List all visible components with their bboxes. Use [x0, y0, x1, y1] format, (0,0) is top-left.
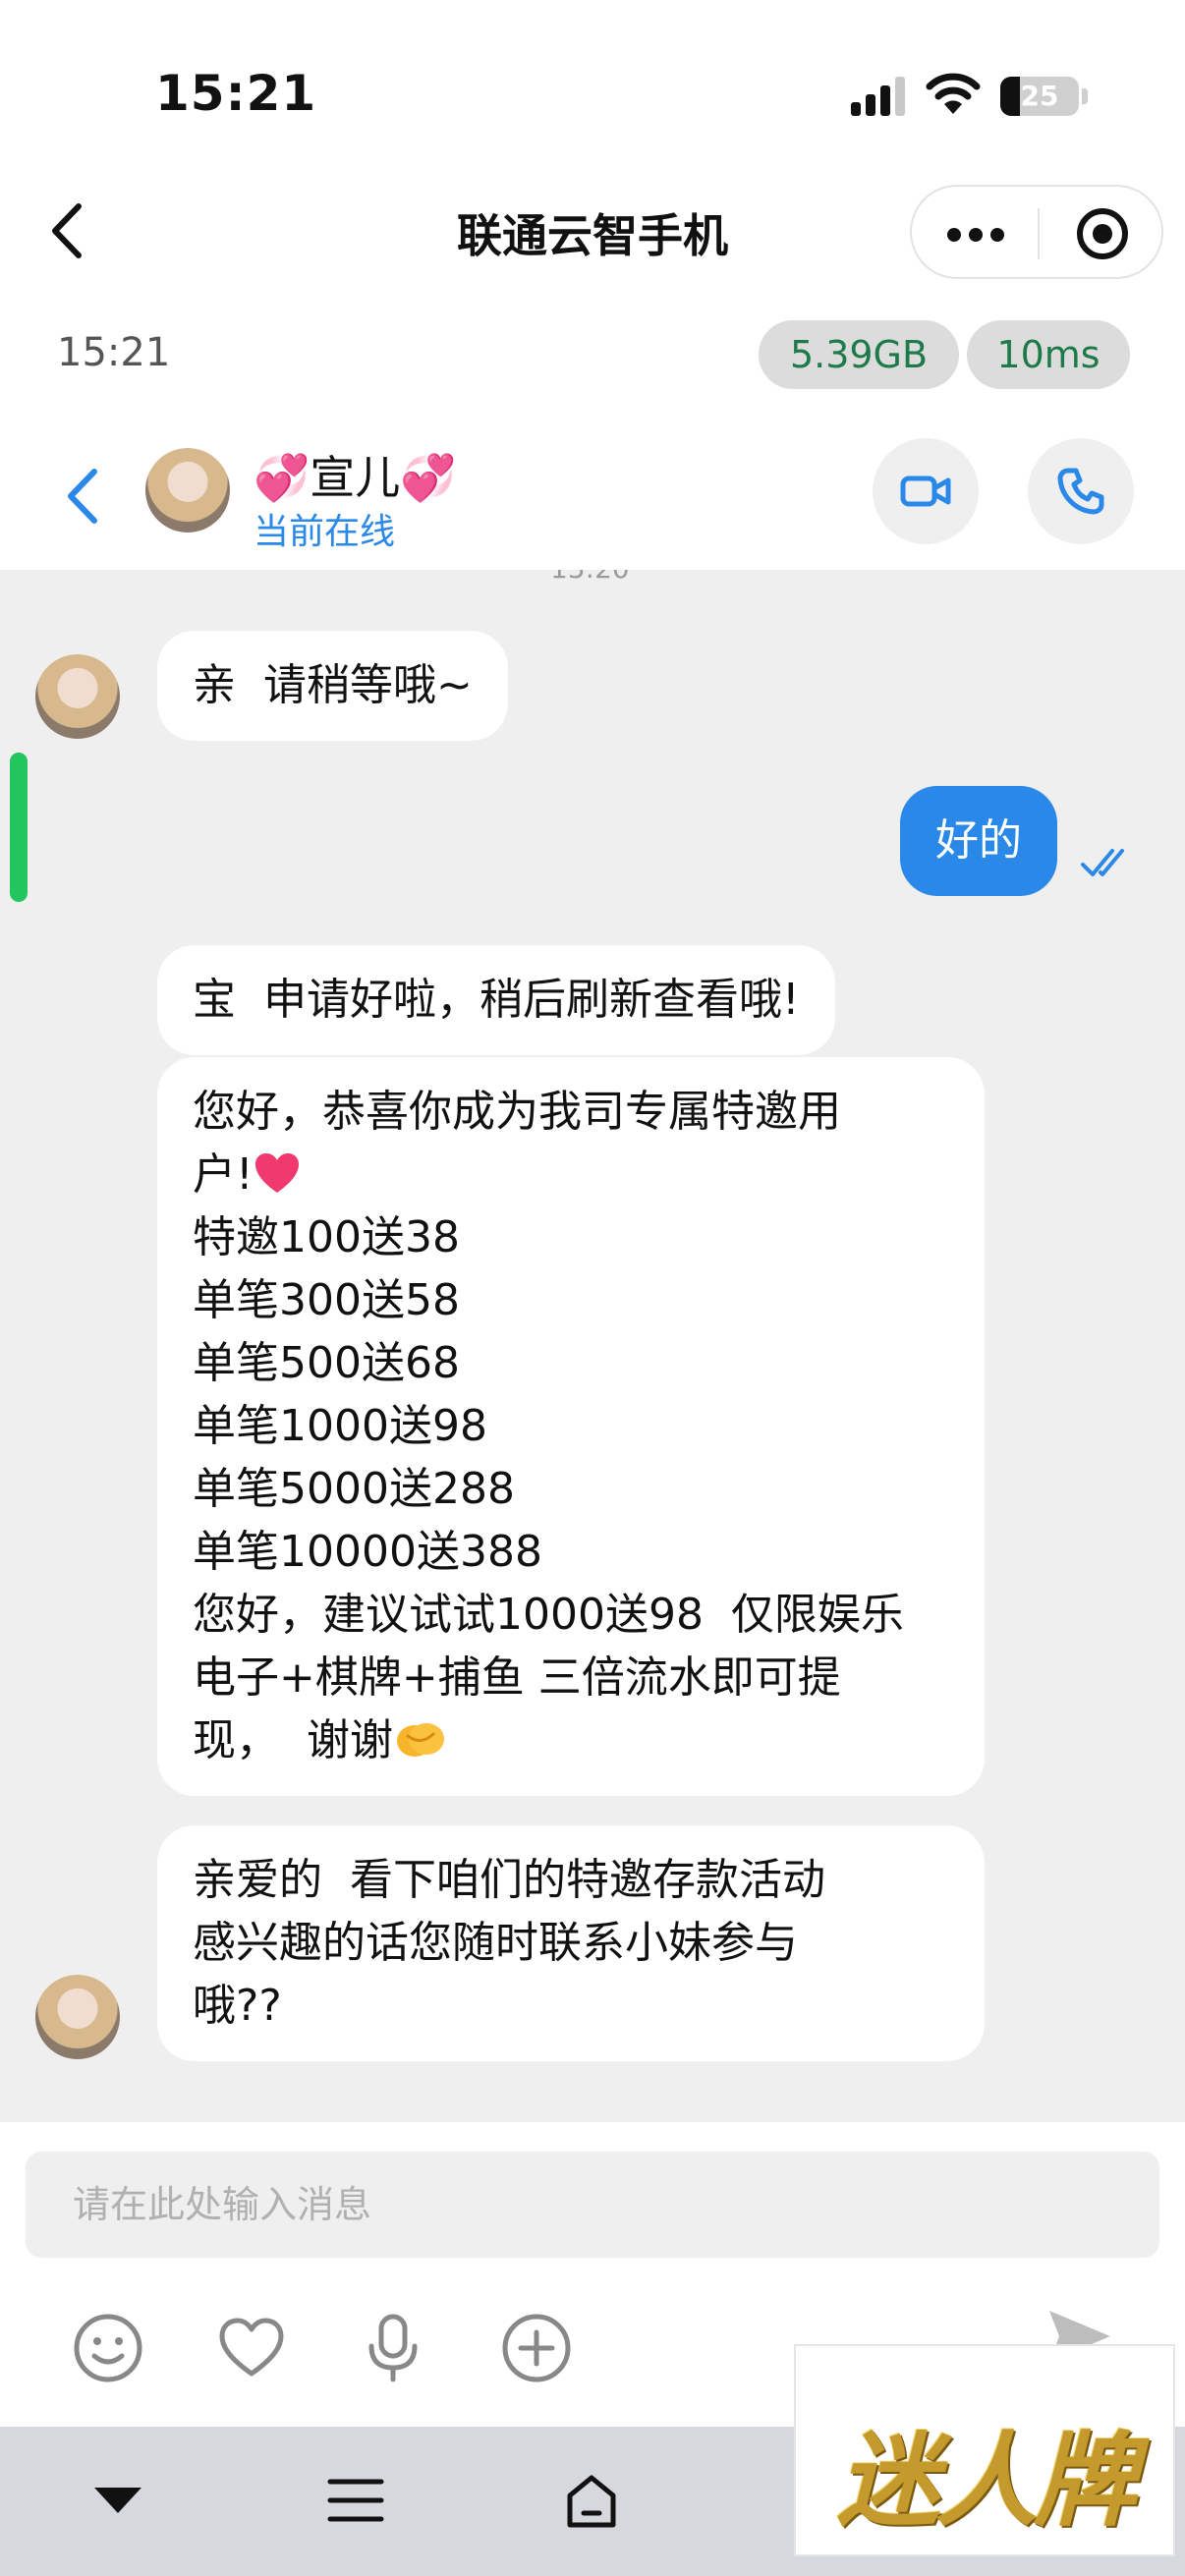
- add-circle-icon[interactable]: [497, 2309, 576, 2387]
- sender-avatar[interactable]: [35, 1975, 120, 2059]
- emoji-icon[interactable]: [69, 2309, 147, 2387]
- message-bubble-promo[interactable]: 您好，恭喜你成为我司专属特邀用 户! 特邀100送38 单笔300送58 单笔5…: [157, 1057, 985, 1796]
- watermark-logo: 迷人牌: [794, 2344, 1175, 2556]
- signal-icon: [851, 77, 906, 116]
- watermark-text: 迷人牌: [836, 2420, 1136, 2541]
- more-dots-icon[interactable]: [947, 216, 1006, 252]
- message-bubble-outgoing[interactable]: 好的: [900, 786, 1057, 896]
- mini-program-capsule: [910, 185, 1163, 279]
- wifi-icon: [926, 73, 981, 114]
- latency-badge: 10ms: [967, 320, 1130, 389]
- contact-avatar[interactable]: [145, 448, 230, 532]
- status-time: 15:21: [155, 65, 317, 122]
- message-bubble-incoming[interactable]: 亲爱的 看下咱们的特邀存款活动 感兴趣的话您随时联系小妹参与 哦??: [157, 1825, 985, 2061]
- promo-line: 户!: [193, 1149, 254, 1200]
- home-icon[interactable]: [552, 2466, 631, 2535]
- red-heart-emoji: [254, 1153, 299, 1193]
- video-call-icon: [900, 476, 951, 507]
- message-input[interactable]: 请在此处输入消息: [26, 2152, 1159, 2258]
- status-bar: 15:21 25: [0, 0, 1185, 187]
- contact-status: 当前在线: [254, 512, 396, 552]
- message-list[interactable]: 15:20 亲 请稍等哦~ 好的 宝 申请好啦，稍后刷新查看哦! 您好，恭喜你成…: [0, 570, 1185, 2122]
- heart-icon[interactable]: [212, 2309, 291, 2387]
- microphone-icon[interactable]: [354, 2309, 432, 2387]
- video-call-button[interactable]: [873, 438, 979, 544]
- cloud-phone-time: 15:21: [57, 330, 171, 375]
- online-indicator-bar: [10, 753, 28, 902]
- memory-badge: 5.39GB: [759, 320, 959, 389]
- promo-line: 您好，恭喜你成为我司专属特邀用: [193, 1087, 841, 1137]
- read-receipt-icon: [1081, 849, 1124, 876]
- battery-icon: 25: [1000, 77, 1079, 116]
- sender-avatar[interactable]: [35, 654, 120, 739]
- down-arrow-icon[interactable]: [79, 2466, 157, 2535]
- message-bubble-incoming[interactable]: 宝 申请好啦，稍后刷新查看哦!: [157, 945, 835, 1055]
- handshake-emoji: [396, 1723, 444, 1757]
- promo-details: 特邀100送38 单笔300送58 单笔500送68 单笔1000送98 单笔5…: [193, 1212, 904, 1765]
- chat-back-icon[interactable]: [59, 462, 108, 531]
- message-bubble-incoming[interactable]: 亲 请稍等哦~: [157, 631, 508, 741]
- battery-level: 25: [1020, 80, 1059, 112]
- contact-name: 💞宣儿💞: [254, 451, 457, 504]
- faded-timestamp: 15:20: [550, 570, 630, 585]
- battery-tip: [1082, 88, 1088, 104]
- menu-icon[interactable]: [316, 2466, 395, 2535]
- capsule-divider: [1038, 208, 1040, 259]
- phone-call-button[interactable]: [1028, 438, 1134, 544]
- close-circle-icon[interactable]: [1077, 208, 1128, 259]
- phone-call-icon: [1057, 468, 1104, 515]
- chat-header: 💞宣儿💞 当前在线: [0, 413, 1185, 570]
